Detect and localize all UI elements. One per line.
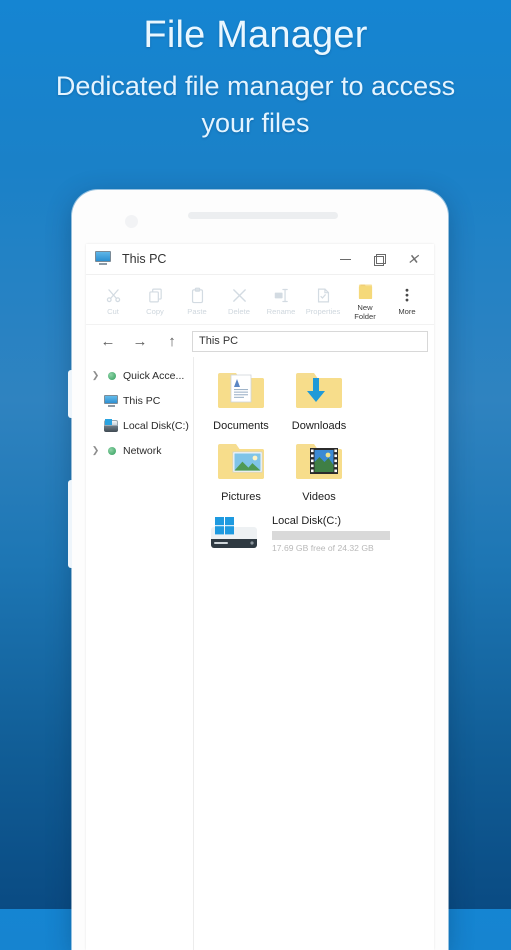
cut-label: Cut — [107, 307, 119, 317]
x-icon — [231, 285, 248, 306]
more-vert-icon — [399, 285, 415, 306]
restore-icon[interactable] — [362, 245, 396, 273]
folder-item-downloads[interactable]: Downloads — [280, 367, 358, 432]
copy-icon — [147, 285, 164, 306]
close-icon[interactable]: ✕ — [396, 245, 430, 273]
page-subtitle: Dedicated file manager to access your fi… — [55, 70, 456, 138]
back-icon[interactable]: ← — [92, 328, 124, 354]
folder-label: Videos — [302, 491, 336, 503]
folder-downloads-icon — [294, 367, 344, 417]
sidebar-item-label: Quick Acce... — [123, 369, 185, 382]
sidebar-item-label: Network — [123, 444, 162, 457]
new-folder-label: New Folder — [354, 303, 376, 321]
phone-power-button[interactable] — [68, 480, 72, 568]
scissors-icon — [105, 285, 122, 306]
folder-label: Pictures — [221, 491, 261, 503]
network-icon — [104, 446, 119, 455]
delete-button[interactable]: Delete — [218, 285, 260, 317]
folder-label: Downloads — [291, 420, 347, 432]
front-camera-icon — [125, 215, 138, 228]
paste-button[interactable]: Paste — [176, 285, 218, 317]
more-button[interactable]: More — [386, 285, 428, 317]
sidebar-item-quick-access[interactable]: ❯ Quick Acce... — [86, 363, 193, 388]
window-titlebar: This PC ✕ — [86, 244, 434, 275]
folder-grid: Documents Downloads Pictures Videos — [194, 367, 434, 509]
folder-item-pictures[interactable]: Pictures — [202, 438, 280, 503]
sidebar-item-label: Local Disk(C:) — [123, 419, 189, 432]
rename-button[interactable]: Rename — [260, 285, 302, 317]
drive-capacity-bar — [272, 531, 390, 540]
phone-volume-button[interactable] — [68, 370, 72, 418]
file-manager-window: This PC ✕ Cut Copy Paste Delete Rename P… — [86, 244, 434, 950]
chevron-right-icon[interactable]: ❯ — [91, 371, 100, 380]
folder-documents-icon — [216, 367, 266, 417]
copy-button[interactable]: Copy — [134, 285, 176, 317]
drive-name: Local Disk(C:) — [272, 515, 342, 527]
address-bar[interactable]: This PC — [192, 330, 428, 352]
drive-item-local-disk[interactable]: Local Disk(C:) 17.69 GB free of 24.32 GB — [194, 509, 434, 553]
sidebar-item-this-pc[interactable]: ❯ This PC — [86, 388, 193, 413]
content-area: Documents Downloads Pictures Videos Loca… — [194, 357, 434, 950]
phone-mockup: This PC ✕ Cut Copy Paste Delete Rename P… — [68, 190, 448, 950]
forward-icon[interactable]: → — [124, 328, 156, 354]
cut-button[interactable]: Cut — [92, 285, 134, 317]
promo-header: File Manager Dedicated file manager to a… — [0, 0, 511, 142]
page-title: File Manager — [143, 14, 368, 56]
more-label: More — [398, 307, 416, 317]
up-icon[interactable]: ↑ — [156, 328, 188, 354]
copy-label: Copy — [146, 307, 164, 317]
drive-capacity-label: 17.69 GB free of 24.32 GB — [272, 543, 374, 553]
new-folder-button[interactable]: New Folder — [344, 281, 386, 321]
folder-item-documents[interactable]: Documents — [202, 367, 280, 432]
action-toolbar: Cut Copy Paste Delete Rename Properties … — [86, 275, 434, 325]
folder-videos-icon — [294, 438, 344, 488]
speaker-grill-icon — [188, 212, 338, 219]
properties-button[interactable]: Properties — [302, 285, 344, 317]
chevron-right-icon[interactable]: ❯ — [91, 446, 100, 455]
rename-icon — [273, 285, 290, 306]
window-title: This PC — [122, 252, 167, 266]
navigation-bar: ← → ↑ This PC — [86, 325, 434, 357]
sidebar-item-local-disk[interactable]: ❯ Local Disk(C:) — [86, 413, 193, 438]
this-pc-icon — [94, 251, 112, 267]
delete-label: Delete — [228, 307, 250, 317]
pin-icon — [104, 371, 119, 380]
hard-drive-windows-icon — [206, 517, 262, 551]
properties-label: Properties — [305, 307, 341, 317]
drive-info: Local Disk(C:) 17.69 GB free of 24.32 GB — [272, 515, 420, 553]
sidebar-item-label: This PC — [123, 394, 161, 407]
folder-pictures-icon — [216, 438, 266, 488]
window-body: ❯ Quick Acce... ❯ This PC ❯ Loc — [86, 357, 434, 950]
hard-drive-icon — [104, 418, 119, 432]
sidebar-item-network[interactable]: ❯ Network — [86, 438, 193, 463]
paste-label: Paste — [187, 307, 207, 317]
folder-item-videos[interactable]: Videos — [280, 438, 358, 503]
properties-icon — [315, 285, 332, 306]
minimize-icon[interactable] — [328, 245, 362, 273]
window-controls: ✕ — [328, 245, 430, 273]
clipboard-icon — [189, 285, 206, 306]
rename-label: Rename — [266, 307, 296, 317]
new-folder-icon — [358, 281, 373, 302]
folder-label: Documents — [213, 420, 269, 432]
sidebar: ❯ Quick Acce... ❯ This PC ❯ Loc — [86, 357, 194, 950]
this-pc-icon — [104, 394, 119, 407]
